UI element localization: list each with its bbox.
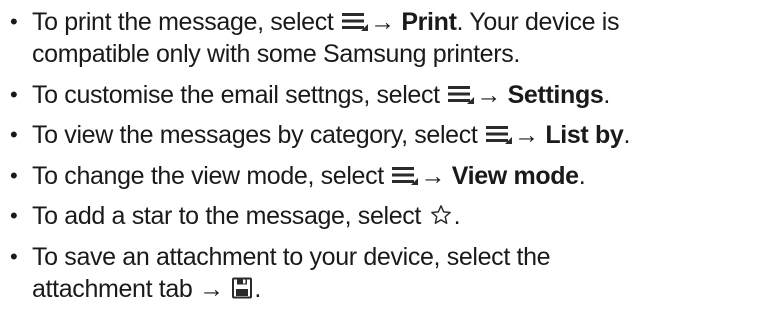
bullet-glyph: • [10,162,18,188]
arrow-symbol: → [420,161,446,190]
item-text: To print the message, select [32,8,341,36]
instruction-list: • To print the message, select → Print. … [4,6,759,305]
item-text: . Your device is [456,8,620,36]
arrow-symbol: → [370,8,395,36]
save-floppy-icon [232,277,253,299]
menu-icon [342,10,369,32]
item-text: . [578,161,586,190]
bullet-glyph: • [10,243,18,269]
menu-option-view-mode: View mode [451,161,579,190]
list-item-save-attachment: • To save an attachment to your device, … [4,241,759,305]
item-text: . [254,274,261,303]
item-text: To view the messages by category, select [32,121,485,150]
bullet-glyph: • [10,122,18,148]
menu-option-print: Print [401,8,457,36]
item-text: To save an attachment to your device, se… [32,242,551,271]
arrow-symbol: → [199,274,224,303]
item-text: To add a star to the message, select [32,202,428,231]
list-item-list-by: • To view the messages by category, sele… [4,119,759,151]
item-text: To customise the email settngs, select [32,80,447,109]
list-item-print: • To print the message, select → Print. … [4,6,759,70]
menu-option-settings: Settings [507,80,604,109]
item-text: To change the view mode, select [32,161,391,190]
list-item-star: • To add a star to the message, select . [4,200,759,232]
item-text-continued: compatible only with some Samsung printe… [32,40,520,68]
item-text-continued: attachment tab [32,274,200,303]
item-text: . [603,80,611,109]
item-text: . [453,202,461,231]
item-text: . [623,121,631,150]
bullet-glyph: • [10,9,18,34]
bullet-glyph: • [10,203,18,229]
instruction-page: • To print the message, select → Print. … [0,0,759,320]
menu-icon [448,83,475,105]
star-outline-icon [430,204,452,226]
list-item-view-mode: • To change the view mode, select → View… [4,160,759,192]
list-item-settings: • To customise the email settngs, select… [4,79,759,111]
arrow-symbol: → [514,121,539,150]
menu-icon [486,123,513,145]
menu-option-list-by: List by [545,121,624,150]
arrow-symbol: → [476,80,501,109]
bullet-glyph: • [10,81,18,107]
menu-icon [392,164,419,186]
